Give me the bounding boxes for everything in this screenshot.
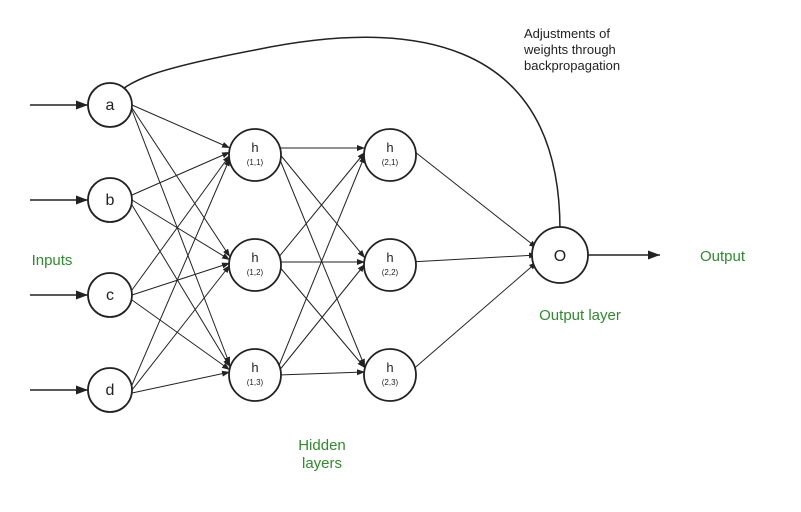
label-a: a [106,97,115,114]
label-h22-sub: (2,2) [382,268,399,277]
node-h11 [229,129,281,181]
label-h21: h [386,140,393,155]
label-h12-sub: (1,2) [247,268,264,277]
label-h23: h [386,360,393,375]
label-d: d [106,382,115,399]
label-output-layer: Output layer [539,307,621,324]
annotation-line1: Adjustments of [524,26,610,41]
node-h12 [229,239,281,291]
label-output: Output [700,248,746,265]
label-h11-sub: (1,1) [247,158,264,167]
label-h13-sub: (1,3) [247,378,264,387]
label-c: c [106,287,114,304]
annotation-line2: weights through [523,42,616,57]
node-h21 [364,129,416,181]
label-hidden-layers: Hidden [298,437,346,454]
label-h23-sub: (2,3) [382,378,399,387]
label-output-node: O [554,248,566,265]
label-h22: h [386,250,393,265]
label-hidden-layers-2: layers [302,455,342,472]
label-b: b [106,192,115,209]
node-h23 [364,349,416,401]
label-inputs: Inputs [32,252,73,269]
node-h13 [229,349,281,401]
node-h22 [364,239,416,291]
label-h21-sub: (2,1) [382,158,399,167]
label-h11: h [251,140,258,155]
annotation-line3: backpropagation [524,58,620,73]
label-h13: h [251,360,258,375]
label-h12: h [251,250,258,265]
